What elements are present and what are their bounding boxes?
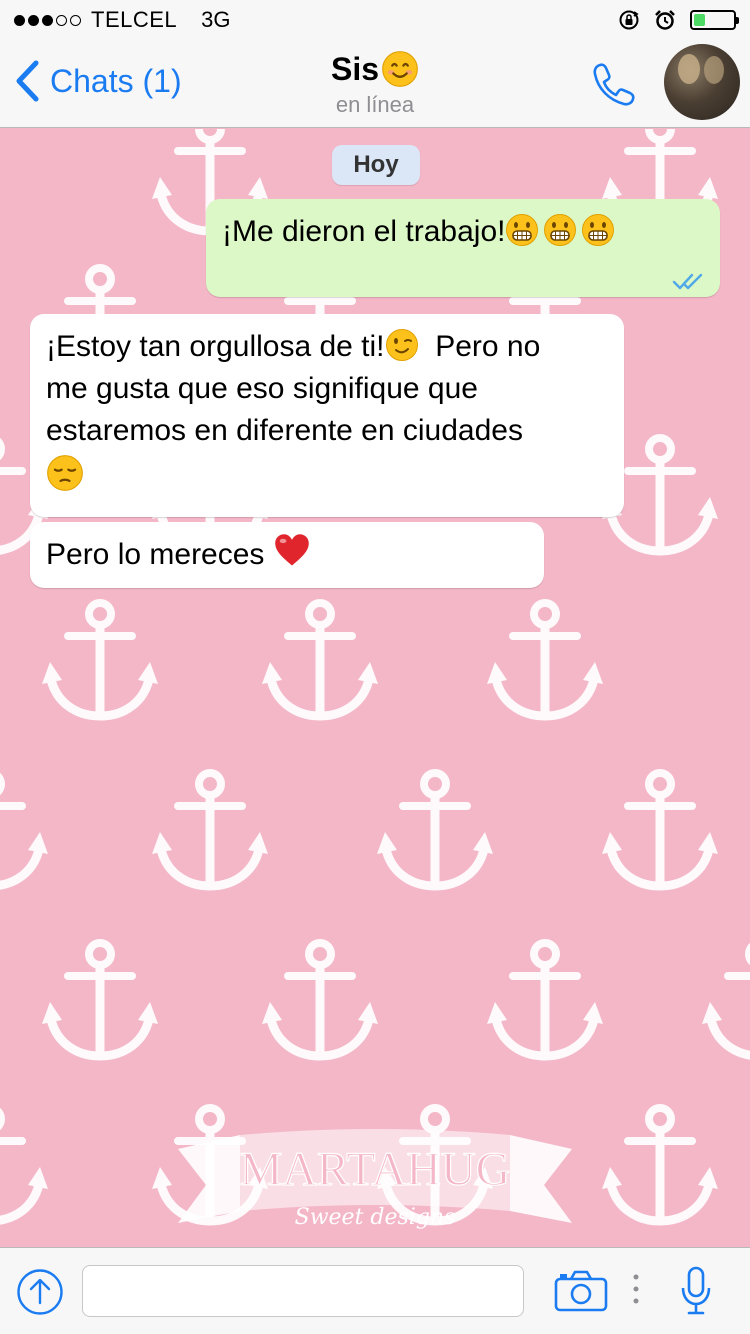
grinning-teeth-icon	[544, 214, 577, 246]
status-bar: TELCEL 3G	[0, 0, 750, 40]
message-input-bar	[0, 1247, 750, 1334]
microphone-icon[interactable]	[680, 1266, 712, 1316]
message-bubble-incoming[interactable]: ¡Estoy tan orgullosa de ti! Pero no me g…	[30, 314, 624, 517]
camera-icon[interactable]	[554, 1270, 608, 1312]
contact-avatar[interactable]	[664, 44, 740, 120]
watermark-tagline: Sweet designs	[295, 1205, 456, 1230]
winking-face-icon	[385, 329, 418, 361]
battery-icon	[690, 10, 739, 30]
signal-strength-icon	[14, 14, 81, 26]
message-text: Pero lo mereces	[46, 538, 265, 571]
phone-call-icon[interactable]	[590, 60, 638, 108]
message-text: me gusta que eso signifique que	[46, 372, 478, 405]
pensive-face-icon	[47, 455, 83, 491]
message-text: ¡Estoy tan orgullosa de ti!	[46, 330, 385, 363]
rotation-lock-icon	[619, 10, 639, 30]
chat-area[interactable]: MARTAHUG Sweet designs Hoy ¡Me dieron el…	[0, 129, 750, 1247]
contact-name: Sis	[330, 50, 380, 87]
chat-header: Chats (1) Sis en línea	[0, 40, 750, 128]
network-type: 3G	[201, 7, 231, 32]
carrier-name: TELCEL	[91, 7, 178, 32]
red-heart-icon	[275, 534, 309, 566]
message-text: ¡Me dieron el trabajo!	[222, 215, 506, 248]
message-bubble-outgoing[interactable]: ¡Me dieron el trabajo!	[206, 199, 720, 297]
message-text: Pero no	[435, 330, 541, 363]
message-text: estaremos en diferente en ciudades	[46, 414, 523, 447]
message-input[interactable]	[82, 1265, 524, 1317]
smiling-face-icon	[382, 51, 418, 87]
message-bubble-incoming[interactable]: Pero lo mereces	[30, 522, 544, 588]
double-check-icon	[672, 273, 703, 290]
date-separator: Hoy	[332, 145, 420, 185]
more-options-icon[interactable]	[630, 1272, 642, 1306]
battery-level	[694, 14, 706, 26]
attach-upload-icon[interactable]	[16, 1268, 64, 1316]
grinning-teeth-icon	[582, 214, 615, 246]
watermark-text: MARTAHUG	[240, 1143, 511, 1196]
grinning-teeth-icon	[506, 214, 539, 246]
alarm-icon	[655, 10, 675, 30]
